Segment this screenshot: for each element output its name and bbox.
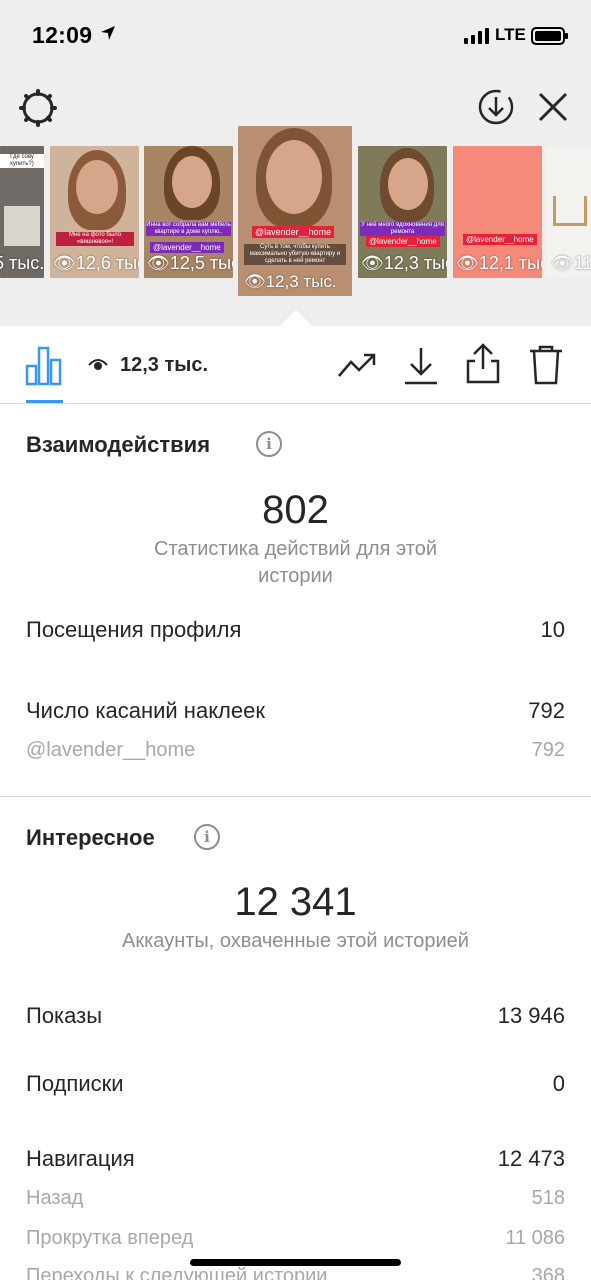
metric-value: 792	[528, 698, 565, 723]
views-eye-icon: 👁	[53, 253, 76, 273]
insights-bar-chart-icon[interactable]	[25, 346, 63, 386]
metric-label: Число касаний наклеек	[26, 698, 265, 723]
active-tab-indicator	[26, 400, 63, 403]
story-view-count: 👁12,1 тыс.	[456, 253, 542, 274]
metric-label: Показы	[26, 1003, 103, 1028]
status-bar: 12:09 LTE	[0, 0, 591, 70]
settings-gear-icon[interactable]	[18, 88, 58, 128]
story-overlay-text: Суть в том, чтобы купить максимально уби…	[244, 244, 346, 265]
story-view-count-value: 12,1 тыс.	[478, 253, 542, 273]
story-view-count-value: 12,3 тыс.	[383, 253, 447, 273]
interactions-caption: Статистика действий для этой истории	[154, 538, 437, 587]
story-view-count-value: 12,5 тыс.	[169, 253, 233, 273]
story-mention-sticker: @lavender__home	[252, 226, 335, 238]
story-view-count: 👁12,3 тыс.	[244, 272, 337, 292]
metric-subvalue: 11 086	[505, 1227, 565, 1249]
status-time: 12:09	[32, 22, 93, 48]
discovery-info-icon[interactable]: i	[194, 824, 220, 850]
cellular-signal-icon	[464, 28, 489, 44]
views-eye-icon: 👁	[147, 253, 170, 273]
close-icon[interactable]	[537, 91, 569, 123]
metric-sublabel: Прокрутка вперед	[26, 1227, 194, 1249]
story-view-count-value: 12,6 тыс.	[75, 253, 139, 273]
insights-toolbar: 12,3 тыс.	[0, 326, 591, 404]
metric-sublabel: Назад	[26, 1187, 84, 1209]
interactions-total: 802	[262, 488, 329, 532]
metric-value: 10	[540, 617, 565, 642]
metric-label: Подписки	[26, 1071, 124, 1096]
views-eye-icon: 👁	[551, 253, 574, 273]
story-thumbnails: Где сову купить?) 5 тыс. Мне на фото был…	[0, 126, 591, 306]
views-eye-icon: 👁	[244, 272, 266, 291]
story-mention-sticker: @lavender__home	[366, 236, 440, 247]
story-view-count: 👁11	[551, 253, 591, 274]
story-thumbnail[interactable]: Где сову купить?) 5 тыс.	[0, 146, 44, 278]
story-thumbnail[interactable]: Инна вот собрала вам мебель квартире в д…	[144, 146, 233, 278]
save-circle-icon[interactable]	[476, 87, 516, 127]
location-arrow-icon	[101, 26, 115, 40]
battery-icon	[531, 27, 568, 45]
story-thumbnail[interactable]: @lavender__home 👁12,1 тыс.	[453, 146, 542, 278]
story-overlay-text: Где сову купить?)	[0, 154, 44, 168]
metric-label: Посещения профиля	[26, 617, 242, 642]
story-view-count: 👁12,3 тыс.	[361, 253, 447, 274]
eye-icon	[88, 359, 108, 370]
discovery-caption: Аккаунты, охваченные этой историей	[122, 930, 469, 952]
story-mention-sticker: @lavender__home	[463, 234, 537, 245]
story-thumbnail[interactable]: Мне на фото было «вишневое»! 👁12,6 тыс.	[50, 146, 139, 278]
metric-sublabel: @lavender__home	[26, 739, 196, 761]
metric-subvalue: 518	[531, 1187, 565, 1209]
story-thumbnail-selected[interactable]: @lavender__home Суть в том, чтобы купить…	[238, 126, 352, 296]
metric-value: 0	[552, 1071, 565, 1096]
share-icon[interactable]	[465, 343, 501, 385]
views-eye-icon: 👁	[456, 253, 479, 273]
story-view-count: 5 тыс.	[0, 253, 44, 273]
metric-label: Навигация	[26, 1146, 135, 1171]
story-overlay-text: Мне на фото было «вишневое»!	[56, 232, 134, 246]
interactions-info-icon[interactable]: i	[256, 431, 282, 457]
story-view-count-value: 12,3 тыс.	[265, 272, 337, 291]
metric-value: 12 473	[497, 1146, 565, 1171]
discovery-title: Интересное	[26, 825, 155, 850]
home-indicator[interactable]	[190, 1259, 401, 1266]
story-overlay-text: У неё много вдохновения для ремонта	[360, 222, 445, 236]
story-header-area: 12:09 LTE Где сову купить?) 5 тыс.	[0, 0, 591, 326]
story-views-count: 12,3 тыс.	[120, 354, 209, 376]
metric-subvalue: 368	[531, 1265, 565, 1280]
selected-story-pointer	[280, 310, 312, 326]
views-eye-icon: 👁	[361, 253, 384, 273]
story-thumbnail[interactable]: У неё много вдохновения для ремонта @lav…	[358, 146, 447, 278]
discovery-reach-total: 12 341	[234, 880, 357, 924]
metric-value: 13 946	[497, 1003, 565, 1028]
section-divider	[0, 796, 591, 797]
download-icon[interactable]	[403, 346, 439, 386]
story-overlay-text: Инна вот собрала вам мебель квартире в д…	[146, 222, 231, 236]
network-type: LTE	[495, 25, 526, 44]
story-view-count: 👁12,5 тыс.	[147, 253, 233, 274]
metric-subvalue: 792	[531, 739, 565, 761]
story-view-count-value: 11	[573, 253, 591, 273]
metric-sublabel: Переходы к следующей истории	[26, 1265, 328, 1280]
interactions-title: Взаимодействия	[26, 432, 211, 457]
story-thumbnail[interactable]: 👁11	[547, 146, 591, 278]
story-mention-sticker: @lavender__home	[150, 242, 224, 253]
promote-trend-icon[interactable]	[337, 350, 377, 380]
story-view-count: 👁12,6 тыс.	[53, 253, 139, 274]
delete-trash-icon[interactable]	[528, 344, 564, 386]
